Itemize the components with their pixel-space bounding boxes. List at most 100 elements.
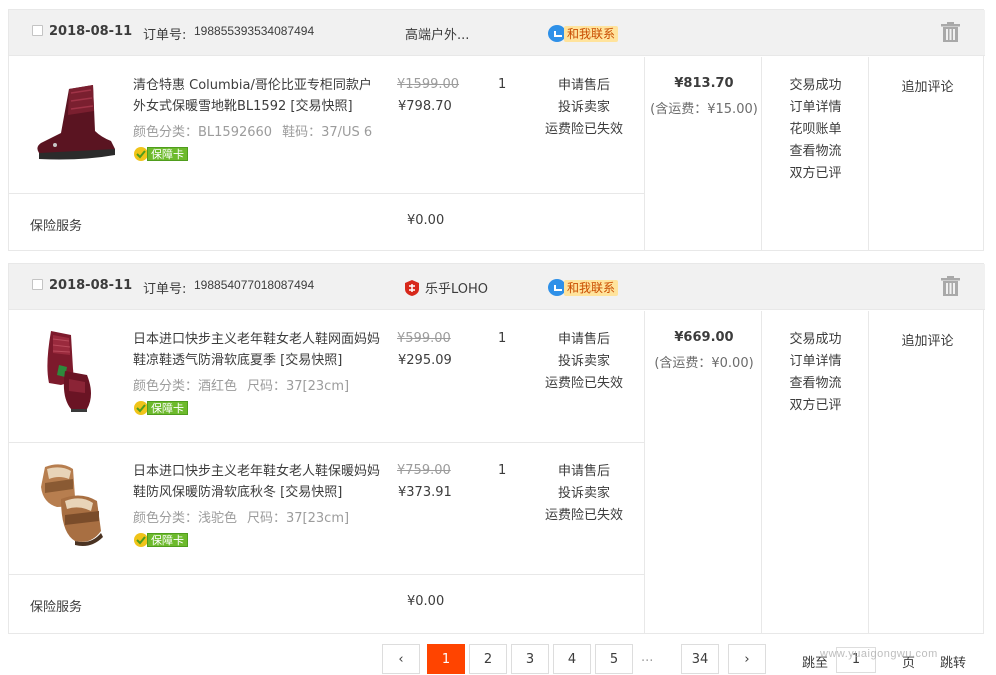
order-status-list: 交易成功 订单详情 花呗账单 查看物流 双方已评	[762, 75, 869, 185]
order-item-row: 日本进口快步主义老年鞋女老人鞋保暖妈妈鞋防风保暖防滑软底秋冬 [交易快照] 颜色…	[9, 443, 644, 575]
insurance-label: 保险服务	[30, 219, 83, 234]
quantity: 1	[498, 463, 507, 478]
order-status-column: 交易成功 订单详情 查看物流 双方已评	[761, 311, 868, 634]
next-page-button[interactable]: ›	[728, 644, 766, 674]
original-price: ¥759.00	[397, 463, 451, 478]
huabei-bill-link[interactable]: 花呗账单	[762, 119, 869, 141]
add-review-link[interactable]: 追加评论	[869, 76, 986, 95]
boot-icon[interactable]	[31, 71, 121, 161]
both-reviewed-link[interactable]: 双方已评	[762, 395, 869, 417]
page-3-button[interactable]: 3	[511, 644, 549, 674]
apply-after-sale-link[interactable]: 申请售后	[539, 329, 629, 351]
order-number-label: 订单号:	[143, 282, 187, 297]
shipping-insurance-status: 运费险已失效	[544, 376, 623, 391]
shipping-fee: (含运费：¥0.00)	[654, 356, 754, 371]
prev-page-button[interactable]: ‹	[382, 644, 420, 674]
order-number: 198855393534087494	[194, 24, 315, 38]
shipping-insurance-status: 运费险已失效	[544, 508, 623, 523]
apply-after-sale-link[interactable]: 申请售后	[539, 461, 629, 483]
view-logistics-link[interactable]: 查看物流	[762, 141, 869, 163]
sku-color: 颜色分类：BL1592660	[133, 125, 273, 140]
tmall-shop-icon	[405, 280, 419, 296]
shoe-icon[interactable]	[31, 325, 121, 415]
shop-name: 高端户外...	[405, 28, 470, 43]
order-number-label: 订单号:	[143, 28, 187, 43]
product-sku: 颜色分类：BL1592660 鞋码：37/US 6	[133, 121, 372, 140]
sku-size: 鞋码：37/US 6	[282, 125, 373, 140]
complain-seller-link[interactable]: 投诉卖家	[539, 483, 629, 505]
order-item-row: 清仓特惠 Columbia/哥伦比亚专柜同款户外女式保暖雪地靴BL1592 [交…	[9, 57, 644, 194]
order-card: 2018-08-11 订单号: 198854077018087494 乐乎LOH…	[8, 263, 985, 634]
order-status-list: 交易成功 订单详情 查看物流 双方已评	[762, 329, 869, 417]
trash-icon[interactable]	[941, 276, 960, 296]
after-sale-actions: 申请售后 投诉卖家 运费险已失效	[539, 75, 629, 141]
insurance-label: 保险服务	[30, 600, 83, 615]
order-total: ¥813.70	[674, 76, 734, 91]
review-column: 追加评论	[868, 57, 985, 251]
pagination-ellipsis: ...	[641, 650, 654, 665]
after-sale-actions: 申请售后 投诉卖家 运费险已失效	[539, 461, 629, 527]
insurance-price: ¥0.00	[407, 594, 445, 609]
sku-color: 颜色分类：浅驼色	[133, 511, 238, 526]
original-price: ¥599.00	[397, 331, 451, 346]
product-title-link[interactable]: 清仓特惠 Columbia/哥伦比亚专柜同款户外女式保暖雪地靴BL1592 [交…	[133, 75, 383, 117]
trash-icon[interactable]	[941, 22, 960, 42]
shop-name-link[interactable]: 乐乎LOHO	[405, 278, 488, 297]
contact-seller-label: 和我联系	[564, 280, 619, 296]
product-sku: 颜色分类：酒红色 尺码：37[23cm]	[133, 375, 349, 394]
order-total-column: ¥813.70 (含运费：¥15.00)	[644, 57, 762, 251]
unit-price: ¥295.09	[398, 353, 452, 368]
insurance-row: 保险服务 ¥0.00	[9, 194, 644, 252]
complain-seller-link[interactable]: 投诉卖家	[539, 351, 629, 373]
shipping-insurance-status: 运费险已失效	[544, 122, 623, 137]
order-header: 2018-08-11 订单号: 198855393534087494 高端户外.…	[9, 10, 985, 56]
order-checkbox[interactable]	[32, 25, 43, 36]
page-5-button[interactable]: 5	[595, 644, 633, 674]
order-status-column: 交易成功 订单详情 花呗账单 查看物流 双方已评	[761, 57, 868, 251]
apply-after-sale-link[interactable]: 申请售后	[539, 75, 629, 97]
trade-status: 交易成功	[789, 78, 842, 93]
after-sale-actions: 申请售后 投诉卖家 运费险已失效	[539, 329, 629, 395]
insurance-row: 保险服务 ¥0.00	[9, 575, 644, 633]
contact-seller-label: 和我联系	[564, 26, 619, 42]
order-number: 198854077018087494	[194, 278, 315, 292]
order-date: 2018-08-11	[49, 24, 133, 39]
unit-price: ¥373.91	[398, 485, 452, 500]
add-review-link[interactable]: 追加评论	[869, 330, 986, 349]
shop-name: 乐乎LOHO	[425, 282, 489, 297]
view-logistics-link[interactable]: 查看物流	[762, 373, 869, 395]
sku-size: 尺码：37[23cm]	[247, 379, 350, 394]
order-item-row: 日本进口快步主义老年鞋女老人鞋网面妈妈鞋凉鞋透气防滑软底夏季 [交易快照] 颜色…	[9, 311, 644, 443]
guarantee-badge-label: 保障卡	[147, 147, 188, 161]
order-header: 2018-08-11 订单号: 198854077018087494 乐乎LOH…	[9, 264, 985, 310]
order-total: ¥669.00	[674, 330, 734, 345]
order-checkbox[interactable]	[32, 279, 43, 290]
complain-seller-link[interactable]: 投诉卖家	[539, 97, 629, 119]
page-1-button[interactable]: 1	[427, 644, 465, 674]
review-column: 追加评论	[868, 311, 985, 634]
shipping-fee: (含运费：¥15.00)	[650, 102, 758, 117]
page-last-button[interactable]: 34	[681, 644, 719, 674]
sku-color: 颜色分类：酒红色	[133, 379, 238, 394]
quantity: 1	[498, 331, 507, 346]
product-sku: 颜色分类：浅驼色 尺码：37[23cm]	[133, 507, 349, 526]
original-price: ¥1599.00	[397, 77, 460, 92]
order-detail-link[interactable]: 订单详情	[762, 97, 869, 119]
shoe-icon[interactable]	[31, 457, 121, 547]
order-total-column: ¥669.00 (含运费：¥0.00)	[644, 311, 762, 634]
shop-name-link[interactable]: 高端户外...	[405, 24, 469, 43]
unit-price: ¥798.70	[398, 99, 452, 114]
order-card: 2018-08-11 订单号: 198855393534087494 高端户外.…	[8, 9, 985, 252]
both-reviewed-link[interactable]: 双方已评	[762, 163, 869, 185]
product-title-link[interactable]: 日本进口快步主义老年鞋女老人鞋保暖妈妈鞋防风保暖防滑软底秋冬 [交易快照]	[133, 461, 383, 503]
watermark: www.yuaigongwu.com	[820, 648, 938, 660]
go-button[interactable]: 跳转	[940, 652, 966, 671]
page-2-button[interactable]: 2	[469, 644, 507, 674]
guarantee-badge-label: 保障卡	[147, 533, 188, 547]
insurance-price: ¥0.00	[407, 213, 445, 228]
guarantee-badge-label: 保障卡	[147, 401, 188, 415]
page-4-button[interactable]: 4	[553, 644, 591, 674]
order-detail-link[interactable]: 订单详情	[762, 351, 869, 373]
product-title-link[interactable]: 日本进口快步主义老年鞋女老人鞋网面妈妈鞋凉鞋透气防滑软底夏季 [交易快照]	[133, 329, 383, 371]
sku-size: 尺码：37[23cm]	[247, 511, 350, 526]
